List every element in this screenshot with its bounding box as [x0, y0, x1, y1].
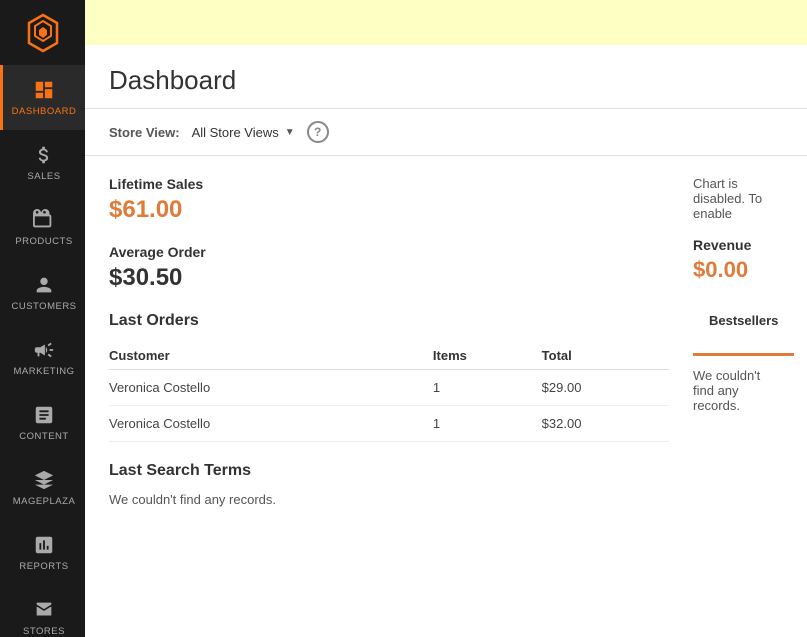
- sidebar-item-customers-label: CUSTOMERS: [11, 301, 76, 312]
- tab-bestsellers[interactable]: Bestsellers: [693, 303, 794, 356]
- table-row: Veronica Costello 1 $29.00: [109, 370, 669, 406]
- revenue-label: Revenue: [693, 237, 783, 253]
- order-total: $32.00: [542, 406, 669, 442]
- last-search-no-records: We couldn't find any records.: [109, 492, 669, 507]
- order-items: 1: [433, 370, 542, 406]
- store-view-value: All Store Views: [192, 125, 279, 140]
- dropdown-arrow-icon: ▼: [285, 127, 295, 138]
- dashboard-header: Dashboard: [85, 45, 807, 109]
- orders-table: Customer Items Total Veronica Costello 1…: [109, 342, 669, 442]
- sales-icon: [32, 143, 56, 167]
- order-customer: Veronica Costello: [109, 370, 433, 406]
- sidebar-item-customers[interactable]: CUSTOMERS: [0, 260, 85, 325]
- help-icon[interactable]: ?: [307, 121, 329, 143]
- stores-icon: [32, 598, 56, 622]
- sidebar-item-reports-label: REPORTS: [19, 561, 68, 572]
- reports-icon: [32, 533, 56, 557]
- revenue-value: $0.00: [693, 257, 783, 283]
- col-customer: Customer: [109, 342, 433, 370]
- average-order-label: Average Order: [109, 244, 669, 260]
- last-orders-section: Last Orders Customer Items Total Veronic…: [109, 312, 669, 442]
- dashboard-body: Lifetime Sales $61.00 Average Order $30.…: [85, 156, 807, 527]
- mageplaza-icon: [32, 468, 56, 492]
- sidebar-item-dashboard-label: DASHBOARD: [12, 106, 77, 117]
- store-view-bar: Store View: All Store Views ▼ ?: [85, 109, 807, 156]
- sidebar-item-products[interactable]: PRODUCTS: [0, 195, 85, 260]
- dashboard-icon: [32, 78, 56, 102]
- sidebar-item-stores[interactable]: STORES: [0, 585, 85, 637]
- lifetime-sales-block: Lifetime Sales $61.00: [109, 176, 669, 224]
- lifetime-sales-label: Lifetime Sales: [109, 176, 669, 192]
- main-content: Dashboard Store View: All Store Views ▼ …: [85, 0, 807, 637]
- col-total: Total: [542, 342, 669, 370]
- sidebar-item-content-label: CONTENT: [19, 431, 68, 442]
- products-icon: [32, 208, 56, 232]
- content-area: Dashboard Store View: All Store Views ▼ …: [85, 45, 807, 637]
- sidebar-item-mageplaza-label: MAGEPLAZA: [13, 496, 76, 507]
- sidebar-item-sales-label: SALES: [27, 171, 60, 182]
- last-search-terms-section: Last Search Terms We couldn't find any r…: [109, 462, 669, 507]
- sidebar-item-stores-label: STORES: [23, 626, 65, 637]
- tabs-row: Bestsellers Most Viewed: [693, 303, 783, 356]
- marketing-icon: [32, 338, 56, 362]
- store-view-label: Store View:: [109, 125, 180, 140]
- revenue-block: Revenue $0.00: [693, 237, 783, 283]
- average-order-value: $30.50: [109, 264, 669, 292]
- store-view-select[interactable]: All Store Views ▼: [192, 125, 295, 140]
- last-orders-title: Last Orders: [109, 312, 669, 330]
- sidebar-item-products-label: PRODUCTS: [15, 236, 72, 247]
- page-title: Dashboard: [109, 65, 783, 96]
- lifetime-sales-value: $61.00: [109, 196, 669, 224]
- sidebar-item-marketing-label: MARKETING: [14, 366, 75, 377]
- sidebar-item-dashboard[interactable]: DASHBOARD: [0, 65, 85, 130]
- sidebar-item-marketing[interactable]: MARKETING: [0, 325, 85, 390]
- chart-disabled-text: Chart is disabled. To enable: [693, 176, 783, 221]
- sidebar-item-mageplaza[interactable]: MAGEPLAZA: [0, 455, 85, 520]
- order-total: $29.00: [542, 370, 669, 406]
- right-panel: Chart is disabled. To enable Revenue $0.…: [693, 176, 783, 507]
- sidebar-logo[interactable]: [0, 0, 85, 65]
- tab-no-records: We couldn't find any records.: [693, 368, 783, 413]
- order-items: 1: [433, 406, 542, 442]
- average-order-block: Average Order $30.50: [109, 244, 669, 292]
- notification-bar: [85, 0, 807, 45]
- left-panel: Lifetime Sales $61.00 Average Order $30.…: [109, 176, 669, 507]
- col-items: Items: [433, 342, 542, 370]
- sidebar: DASHBOARD SALES PRODUCTS CUSTOMERS MARKE…: [0, 0, 85, 637]
- customers-icon: [32, 273, 56, 297]
- sidebar-item-reports[interactable]: REPORTS: [0, 520, 85, 585]
- last-search-terms-title: Last Search Terms: [109, 462, 669, 480]
- content-icon: [32, 403, 56, 427]
- order-customer: Veronica Costello: [109, 406, 433, 442]
- sidebar-item-sales[interactable]: SALES: [0, 130, 85, 195]
- table-row: Veronica Costello 1 $32.00: [109, 406, 669, 442]
- sidebar-item-content[interactable]: CONTENT: [0, 390, 85, 455]
- tab-most-viewed[interactable]: Most Viewed: [794, 303, 807, 356]
